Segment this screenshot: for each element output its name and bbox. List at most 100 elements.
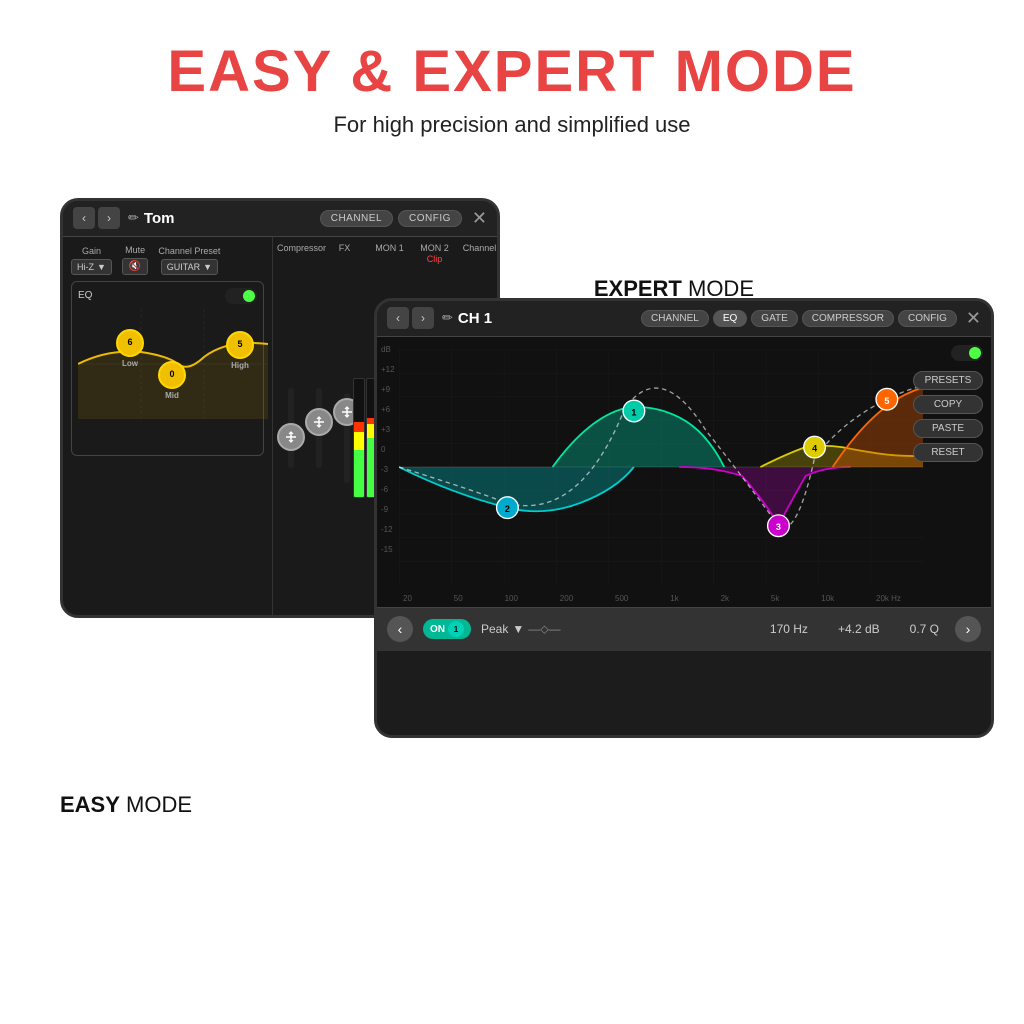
eq-low-knob[interactable]: 6 Low	[116, 329, 144, 357]
mon1-knob-icon	[340, 405, 354, 419]
fx-strip	[316, 408, 322, 468]
eq-mid-knob[interactable]: 0 Mid	[158, 361, 186, 389]
easy-channel-btn[interactable]: CHANNEL	[320, 210, 393, 227]
band-on-badge: ON 1	[423, 619, 471, 639]
vu-red-bar	[354, 422, 364, 431]
eq-graph-area: dB +12 +9 +6 +3 0 -3 -6 -9 -12 -15	[377, 337, 991, 607]
expert-nav-next[interactable]: ›	[412, 307, 434, 329]
vu-meter-left	[353, 378, 365, 498]
expert-config-btn[interactable]: CONFIG	[898, 310, 957, 327]
svg-text:2: 2	[505, 504, 510, 514]
presets-btn[interactable]: PRESETS	[913, 371, 983, 390]
reset-btn[interactable]: RESET	[913, 443, 983, 462]
band-type: Peak ▼ —⬦—	[481, 622, 561, 637]
band-selector: ‹ ON 1 Peak ▼ —⬦— 170 Hz +4.2 dB 0.7 Q ›	[377, 607, 991, 651]
expert-channel-btn[interactable]: CHANNEL	[641, 310, 709, 327]
easy-config-btn[interactable]: CONFIG	[398, 210, 462, 227]
ch-mon1-label: MON 1	[367, 243, 412, 253]
clip-indicator: Clip	[367, 254, 500, 264]
easy-tablet-header: ‹ › ✏ Tom CHANNEL CONFIG ✕	[63, 201, 497, 237]
easy-rest: MODE	[120, 792, 192, 817]
fx-knob[interactable]	[305, 408, 333, 436]
gain-group: Gain Hi-Z ▼	[71, 246, 112, 275]
band-number-circle: 1	[448, 621, 464, 637]
gain-select[interactable]: Hi-Z ▼	[71, 259, 112, 275]
easy-mode-label: EASY MODE	[60, 792, 192, 818]
paste-btn[interactable]: PASTE	[913, 419, 983, 438]
ch-compressor-label: Compressor	[277, 243, 322, 253]
band-freq: 170 Hz	[770, 622, 808, 636]
low-label: Low	[122, 359, 138, 368]
copy-btn[interactable]: COPY	[913, 395, 983, 414]
compressor-track	[288, 388, 294, 468]
mute-btn[interactable]: 🔇	[122, 258, 148, 275]
knob-arrows-icon	[284, 430, 298, 444]
expert-eq-svg: 1 2 3 4 5	[399, 337, 923, 597]
eq-panel: EQ	[71, 281, 264, 456]
main-title: EASY & EXPERT MODE	[20, 40, 1004, 104]
controls-row: Gain Hi-Z ▼ Mute 🔇 Channel Preset GUIT	[71, 245, 264, 275]
svg-text:5: 5	[884, 396, 889, 406]
ch-fx-label: FX	[322, 243, 367, 253]
expert-tablet: ‹ › ✏ CH 1 CHANNEL EQ GATE COMPRESSOR CO…	[374, 298, 994, 738]
high-label: High	[231, 361, 249, 370]
expert-eq-toggle[interactable]	[951, 345, 983, 361]
band-on-text: ON	[430, 624, 445, 635]
band-prev-btn[interactable]: ‹	[387, 616, 413, 642]
eq-display: 6 Low 0 Mid 5 High	[78, 309, 268, 449]
mute-group: Mute 🔇	[122, 245, 148, 275]
page-header: EASY & EXPERT MODE For high precision an…	[0, 0, 1024, 158]
expert-header-btns: CHANNEL EQ GATE COMPRESSOR CONFIG ✕	[641, 308, 981, 329]
fx-knob-arrows-icon	[312, 415, 326, 429]
channel-labels: Compressor FX MON 1 MON 2 Channel	[277, 243, 500, 253]
expert-gate-btn[interactable]: GATE	[751, 310, 797, 327]
expert-pencil-icon: ✏	[442, 310, 453, 326]
preset-group: Channel Preset GUITAR ▼	[158, 246, 220, 275]
preset-label: Channel Preset	[158, 246, 220, 256]
mute-label: Mute	[125, 245, 145, 255]
pencil-icon: ✏	[128, 210, 139, 226]
eq-toggle[interactable]	[225, 288, 257, 304]
easy-channel-title: Tom	[144, 210, 175, 227]
expert-eq-btn[interactable]: EQ	[713, 310, 747, 327]
easy-nav-prev[interactable]: ‹	[73, 207, 95, 229]
db-labels: dB +12 +9 +6 +3 0 -3 -6 -9 -12 -15	[381, 345, 395, 554]
eq-high-knob[interactable]: 5 High	[226, 331, 254, 359]
expert-tablet-header: ‹ › ✏ CH 1 CHANNEL EQ GATE COMPRESSOR CO…	[377, 301, 991, 337]
eq-title: EQ	[78, 290, 92, 301]
gain-label: Gain	[82, 246, 101, 256]
fx-track	[316, 388, 322, 468]
easy-bold: EASY	[60, 792, 120, 817]
svg-text:3: 3	[776, 522, 781, 532]
band-q: 0.7 Q	[910, 622, 939, 636]
db-label-top: dB	[381, 345, 395, 354]
band-next-btn[interactable]: ›	[955, 616, 981, 642]
preset-select[interactable]: GUITAR ▼	[161, 259, 218, 275]
expert-compressor-btn[interactable]: COMPRESSOR	[802, 310, 894, 327]
band-db: +4.2 dB	[838, 622, 880, 636]
vu-green-bar	[354, 450, 364, 497]
easy-header-btns: CHANNEL CONFIG ✕	[320, 208, 487, 229]
fx-fader	[316, 408, 322, 468]
expert-nav-prev[interactable]: ‹	[387, 307, 409, 329]
mon1-track	[344, 393, 350, 483]
expert-close-btn[interactable]: ✕	[966, 308, 981, 329]
eq-header: EQ	[78, 288, 257, 304]
expert-channel-title: CH 1	[458, 310, 492, 327]
compressor-fader	[288, 408, 294, 468]
svg-text:1: 1	[631, 407, 636, 417]
easy-left-panel: Gain Hi-Z ▼ Mute 🔇 Channel Preset GUIT	[63, 237, 273, 615]
ch-mon2-label: MON 2	[412, 243, 457, 253]
ch-channel-label: Channel	[457, 243, 500, 253]
screenshots-area: ‹ › ✏ Tom CHANNEL CONFIG ✕ Gain Hi-Z	[0, 178, 1024, 878]
main-subtitle: For high precision and simplified use	[20, 112, 1004, 138]
compressor-knob[interactable]	[277, 423, 305, 451]
compressor-strip	[288, 408, 294, 468]
vu-yellow-bar	[354, 432, 364, 450]
easy-close-btn[interactable]: ✕	[472, 208, 487, 229]
svg-text:4: 4	[812, 443, 817, 453]
mid-label: Mid	[165, 391, 179, 400]
freq-labels: 20 50 100 200 500 1k 2k 5k 10k 20k Hz	[403, 594, 901, 603]
eq-sidebar: PRESETS COPY PASTE RESET	[913, 345, 983, 462]
easy-nav-next[interactable]: ›	[98, 207, 120, 229]
